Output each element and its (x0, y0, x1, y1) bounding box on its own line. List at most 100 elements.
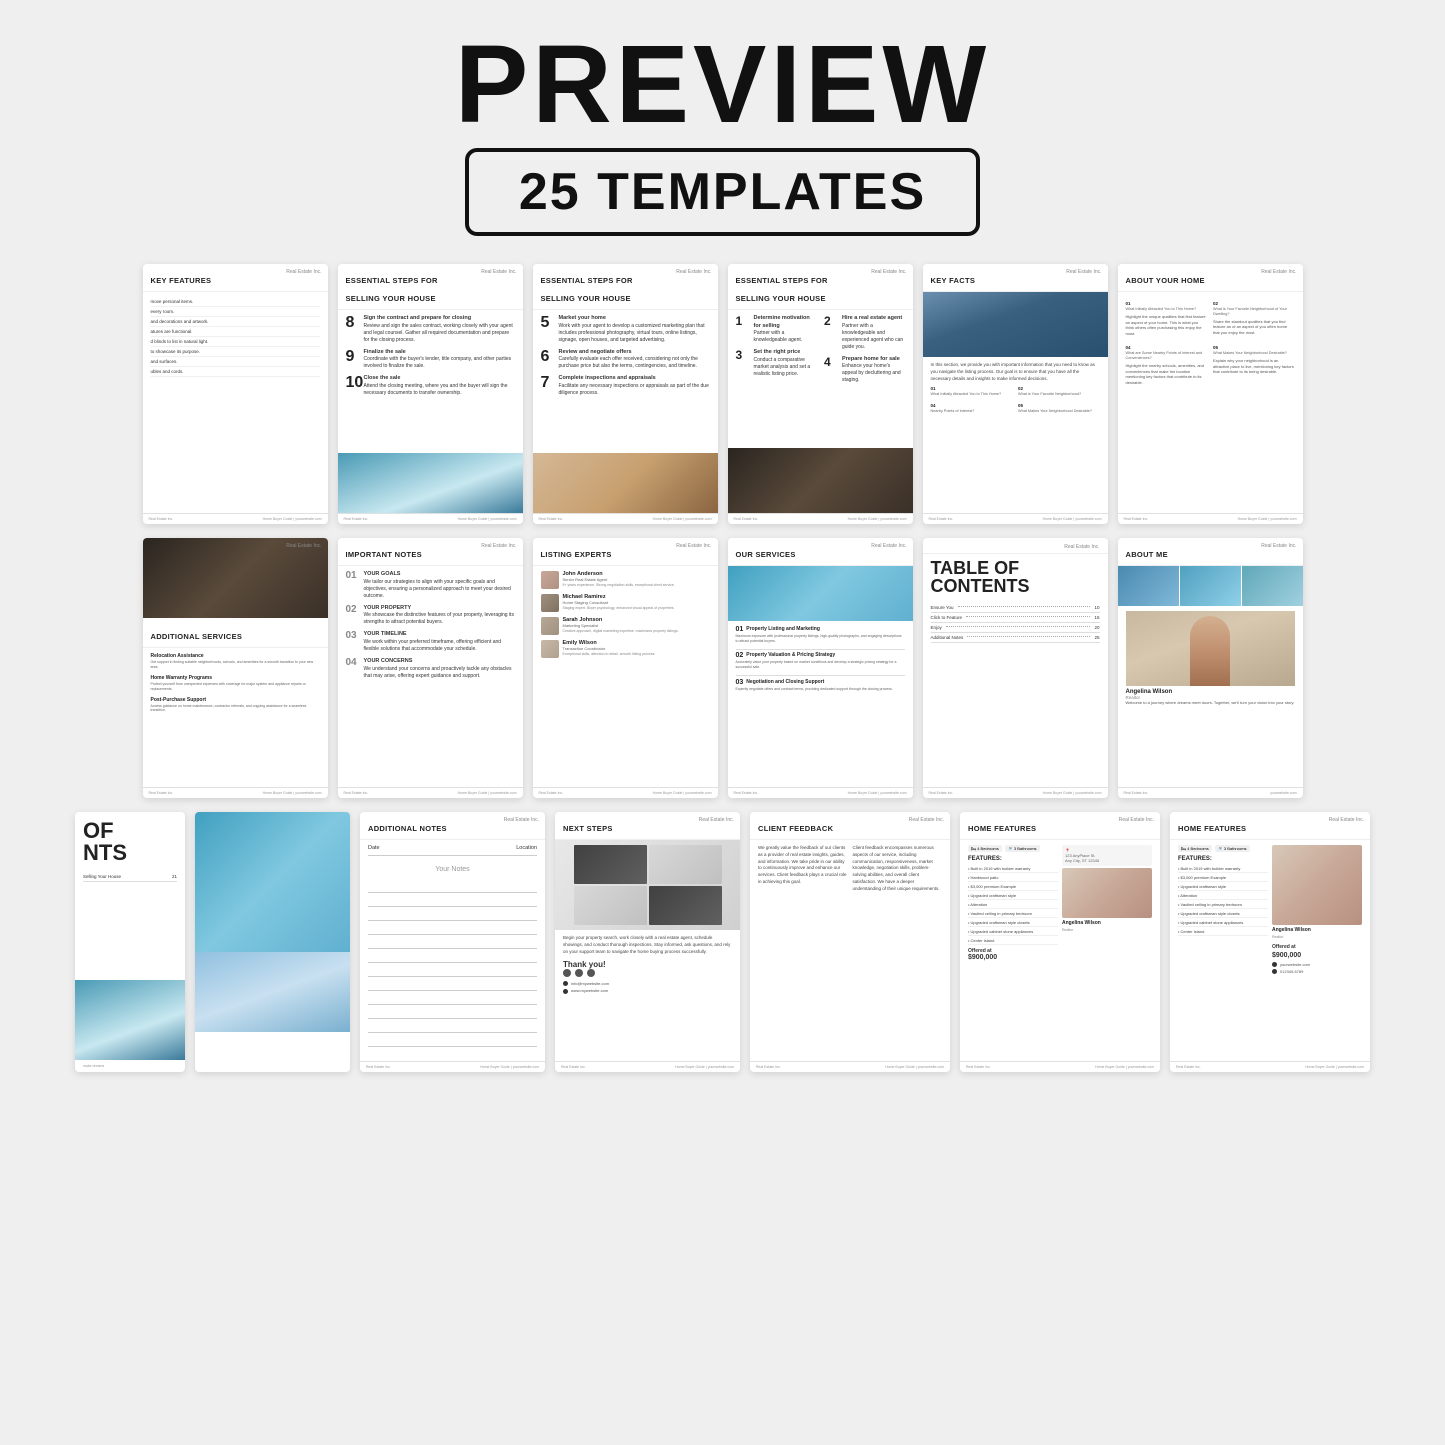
note-content: YOUR CONCERNS We understand your concern… (364, 658, 515, 680)
footer-left: Real Estate Inc. (539, 517, 564, 521)
step-title: Sign the contract and prepare for closin… (364, 315, 515, 323)
toc-item: Selling Your House 21 (83, 872, 177, 882)
fact-desc: Explain why your neighborhood is an attr… (1213, 358, 1295, 375)
step-content: Sign the contract and prepare for closin… (364, 315, 515, 344)
fact-a: What are Some Nearby Points of Interest … (1126, 351, 1208, 361)
note-line (368, 923, 537, 935)
note-line (368, 937, 537, 949)
toc-page: 15 (1094, 615, 1099, 620)
card-body: OFNTS Selling Your House 21 (75, 812, 185, 980)
card-footer: Real Estate Inc. Home Buyer Guide | your… (143, 787, 328, 798)
toc-label: Ensure You (931, 605, 954, 610)
feedback-intro: We greatly value the feedback of our cli… (758, 845, 848, 886)
footer-right: Home Buyer Guide | yourwebsite.com (458, 791, 517, 795)
card-body: Relocation Assistance Get support in fin… (143, 648, 328, 787)
website-text: yourwebsite.com (1280, 961, 1310, 968)
feedback-left: We greatly value the feedback of our cli… (758, 845, 848, 1056)
toc-page: 25 (1094, 635, 1099, 640)
footer-right: Home Buyer Guide | yourwebsite.com (885, 1065, 944, 1069)
website-icon (1272, 962, 1277, 967)
facts-grid: 01 What Initially Attracted You to This … (931, 386, 1100, 414)
step-number: 4 (824, 356, 838, 385)
card-our-services: OUR SERVICES Real Estate Inc. 01 Propert… (728, 538, 913, 798)
card-title: ESSENTIAL STEPS FORSELLING YOUR HOUSE (541, 276, 633, 303)
card-title: LISTING EXPERTS (541, 550, 612, 559)
card-image-2 (195, 952, 350, 1032)
feature-item: $3,000 premium Example (968, 882, 1058, 891)
card-image (533, 453, 718, 513)
step-number: 3 (736, 349, 750, 378)
spec-badge: 🛏 4 Bedrooms (968, 845, 1002, 852)
note-line (368, 1007, 537, 1019)
card-body: 🛏 4 Bedrooms 🚿 3 Bathrooms Features: Bui… (960, 840, 1160, 1061)
note-item: 02 YOUR PROPERTY We showcase the distinc… (346, 605, 515, 627)
features-right: 📍 123 AnyPlace St.Any City, ST 12345 Ang… (1062, 845, 1152, 961)
feature-item: Vaulted ceiling in primary bedroom (968, 909, 1058, 918)
service-item: 03 Negotiation and Closing Support Exper… (736, 679, 905, 692)
fact-item: 02 What is Your Favorite Neighborhood? (1018, 386, 1100, 397)
toc-page: 10 (1094, 605, 1099, 610)
card-body: move personal items. every room. and dec… (143, 292, 328, 513)
card-key-features: KEY FEATURES Real Estate Inc. move perso… (143, 264, 328, 524)
agent-tagline: Welcome to a journey where dreams meet d… (1126, 700, 1295, 706)
service-desc: Protect yourself from unexpected expense… (151, 682, 320, 692)
offered-at: Offered at (1272, 944, 1362, 950)
toc-item: Ensure You 10 (931, 603, 1100, 613)
feature-item: Center Island (1178, 927, 1268, 936)
feature-item: Upgraded craftsman style closets (1178, 909, 1268, 918)
footer-right: Home Buyer Guide | yourwebsite.com (1043, 791, 1102, 795)
note-number: 04 (346, 658, 360, 680)
fact-a: What Initially Attracted You to This Hom… (931, 392, 1013, 397)
fact-item: 04 What are Some Nearby Points of Intere… (1126, 345, 1208, 388)
toc-dots (966, 615, 1090, 617)
toc-item: Additional Notes 25 (931, 633, 1100, 643)
note-line (368, 1021, 537, 1033)
fact-desc: Highlight the nearby schools, amenities,… (1126, 363, 1208, 385)
service-desc: Access guidance on home maintenance, con… (151, 704, 320, 714)
phone-icon (1272, 969, 1277, 974)
note-item: 03 YOUR TIMELINE We work within your pre… (346, 631, 515, 653)
card-title: KEY FACTS (931, 276, 976, 285)
features-title: Features: (968, 856, 1058, 862)
footer-right: Home Buyer Guide | yourwebsite.com (480, 1065, 539, 1069)
step-item: 8 Sign the contract and prepare for clos… (346, 315, 515, 344)
features-layout: 🛏 4 Bedrooms 🚿 3 Bathrooms Features: Bui… (1178, 845, 1362, 975)
agent-title: Realtor (1272, 935, 1362, 939)
footer-left: Real Estate Inc. (149, 791, 174, 795)
card-logo: Real Estate Inc. (1261, 269, 1296, 275)
card-footer: Real Estate Inc. Home Buyer Guide | your… (1170, 1061, 1370, 1072)
toc-item: Enjoy 20 (931, 623, 1100, 633)
footer-right: Home Buyer Guide | yourwebsite.com (263, 791, 322, 795)
contact-info: info@mywebsite.com www.mywebsite.com (563, 980, 732, 994)
step-number: 2 (824, 315, 838, 351)
footer-right: Home Buyer Guide | yourwebsite.com (1043, 517, 1102, 521)
feature-item: Upgraded cabinet stone appliances (968, 927, 1058, 936)
agent-title: Senior Real Estate Agent (563, 577, 675, 582)
fact-item: 05 What Makes Your Neighborhood Desirabl… (1213, 345, 1295, 388)
step-title: Determine motivation for selling (754, 315, 817, 330)
footer-left: Real Estate Inc. (539, 791, 564, 795)
agent-info: Sarah Johnson Marketing Specialist Creat… (563, 617, 679, 633)
fact-q: 04 (1126, 345, 1208, 350)
feature-item: Upgraded craftsman style (1178, 882, 1268, 891)
agent-item: John Anderson Senior Real Estate Agent 5… (541, 571, 710, 589)
footer-left: Real Estate Inc. (1124, 517, 1149, 521)
features-left: 🛏 4 Bedrooms 🚿 3 Bathrooms Features: Bui… (968, 845, 1058, 961)
step-content: Market your home Work with your agent to… (559, 315, 710, 344)
fact-item: 04 Nearby Points of Interest? (931, 403, 1013, 414)
card-footer: Real Estate Inc. Home Buyer Guide | your… (923, 513, 1108, 524)
toc-page: 21 (172, 874, 177, 879)
template-row-2: ADDITIONAL SERVICES Real Estate Inc. Rel… (20, 538, 1425, 798)
card-logo: Real Estate Inc. (1066, 269, 1101, 275)
footer-right: Home Buyer Guide | yourwebsite.com (675, 1065, 734, 1069)
feature-item: Built in 2019 with builder warranty (1178, 864, 1268, 873)
card-pool-photo (195, 812, 350, 1072)
step-content: Determine motivation for selling Partner… (754, 315, 817, 344)
step-title: Set the right price (754, 349, 817, 357)
card-body: Angelina Wilson Realtor Welcome to a jou… (1118, 606, 1303, 787)
footer-right: Home Buyer Guide | yourwebsite.com (458, 517, 517, 521)
card-additional-notes: ADDITIONAL NOTES Real Estate Inc. Date L… (360, 812, 545, 1072)
feedback-right: Client feedback encompasses numerous asp… (853, 845, 943, 1056)
note-item: 01 YOUR GOALS We tailor our strategies t… (346, 571, 515, 600)
toc-label: Selling Your House (83, 874, 121, 879)
